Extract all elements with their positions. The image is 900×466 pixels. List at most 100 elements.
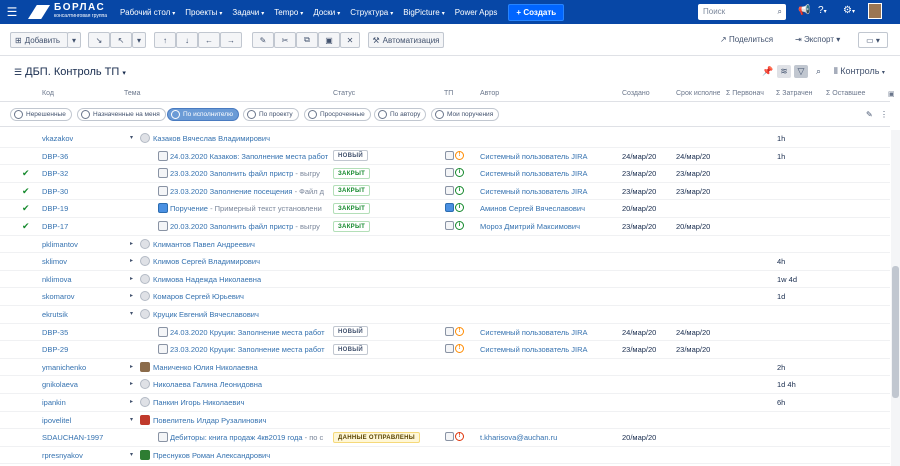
move-left-button[interactable]: ← [198,32,220,48]
assignee-login[interactable]: ipovelitel [42,416,71,425]
share-button[interactable]: ↗ Поделиться [720,35,773,44]
table-row[interactable]: rpresnyakov ▾ Преснуков Роман Александро… [0,447,890,465]
table-row[interactable]: DBP-36 24.03.2020 Казаков: Заполнение ме… [0,148,890,166]
column-header-status[interactable]: Статус [333,90,355,97]
notifications-icon[interactable]: 📢 [798,5,810,16]
issue-summary[interactable]: 24.03.2020 Казаков: Заполнение места раб… [170,152,328,161]
assignee-login[interactable]: ymanichenko [42,363,86,372]
author[interactable]: Системный пользователь JIRA [480,169,588,178]
column-header-author[interactable]: Автор [480,90,499,97]
move-down-button[interactable]: ↓ [176,32,198,48]
chevron-right-icon[interactable]: ▸ [130,275,133,282]
chevron-down-icon[interactable]: ▾ [130,134,133,141]
assignee-name[interactable]: Круцик Евгений Вячеславович [153,310,259,319]
layers-icon[interactable]: ≋ [777,65,791,78]
issue-summary[interactable]: Дебиторы: книга продаж 4кв2019 года [170,433,303,442]
nav-structure[interactable]: Структура ▾ [350,8,393,17]
table-row[interactable]: gnikolaeva ▸ Николаева Галина Леонидовна… [0,376,890,394]
nav-bigpicture[interactable]: BigPicture ▾ [403,8,444,17]
chevron-right-icon[interactable]: ▸ [130,292,133,299]
delete-button[interactable]: ✕ [340,32,360,48]
issue-key[interactable]: DBP-30 [42,187,68,196]
assignee-name[interactable]: Климова Надежда Николаевна [153,275,261,284]
table-row[interactable]: ipovelitel ▾ Повелитель Илдар Рузалинови… [0,412,890,430]
issue-key[interactable]: DBP-29 [42,345,68,354]
assignee-login[interactable]: rpresnyakov [42,451,83,460]
assignee-name[interactable]: Николаева Галина Леонидовна [153,380,262,389]
author[interactable]: Системный пользователь JIRA [480,345,588,354]
assignee-name[interactable]: Комаров Сергей Юрьевич [153,292,244,301]
edit-button[interactable]: ✎ [252,32,274,48]
author[interactable]: Системный пользователь JIRA [480,187,588,196]
panel-toggle-button[interactable]: ▭ ▾ [858,32,888,48]
filters-more-icon[interactable]: ⋮ [880,110,888,119]
help-icon[interactable]: ?▾ [818,5,827,16]
author[interactable]: Системный пользователь JIRA [480,328,588,337]
assignee-login[interactable]: ekrutsik [42,310,68,319]
table-row[interactable]: ✔ DBP-17 20.03.2020 Заполнить файл прист… [0,218,890,236]
nav-tempo[interactable]: Tempo ▾ [274,8,303,17]
table-row[interactable]: SDAUCHAN-1997 Дебиторы: книга продаж 4кв… [0,429,890,447]
issue-key[interactable]: DBP-35 [42,328,68,337]
chevron-down-icon[interactable]: ▾ [130,451,133,458]
author[interactable]: Аминов Сергей Вячеславович [480,204,585,213]
assignee-login[interactable]: vkazakov [42,134,73,143]
table-row[interactable]: sklimov ▸ Климов Сергей Владимирович 4h [0,253,890,271]
more-dropdown-button[interactable]: ▾ [132,32,146,48]
assignee-name[interactable]: Климантов Павел Андреевич [153,240,255,249]
assignee-login[interactable]: sklimov [42,257,67,266]
nav-dashboard[interactable]: Рабочий стол ▾ [120,8,175,17]
nav-issues[interactable]: Задачи ▾ [232,8,264,17]
filter-by-author[interactable]: По автору [374,108,427,121]
filter-icon[interactable]: ▽ [794,65,808,78]
filter-assigned-to-me[interactable]: Назначенные на меня [77,108,166,121]
column-header-summary[interactable]: Тема [124,90,140,97]
column-header-due[interactable]: Срок исполне [676,90,720,97]
issue-summary[interactable]: 23.03.2020 Круцик: Заполнение места рабо… [170,345,328,354]
table-row[interactable]: ymanichenko ▸ Маниченко Юлия Николаевна … [0,359,890,377]
assignee-name[interactable]: Повелитель Илдар Рузалинович [153,416,266,425]
author[interactable]: t.kharisova@auchan.ru [480,433,557,442]
add-button[interactable]: ⊞ Добавить [10,32,68,48]
assignee-login[interactable]: skomarov [42,292,75,301]
add-dropdown-button[interactable]: ▾ [67,32,81,48]
issue-summary[interactable]: 24.03.2020 Круцик: Заполнение места рабо… [170,328,328,337]
move-up-button[interactable]: ↑ [154,32,176,48]
issue-key[interactable]: DBP-36 [42,152,68,161]
assignee-login[interactable]: nklimova [42,275,72,284]
table-row[interactable]: ipankin ▸ Панкин Игорь Николаевич 6h [0,394,890,412]
view-title[interactable]: ☰ ДБП. Контроль ТП ▾ [14,66,126,78]
search-input[interactable]: Поиск ⌕ [698,4,786,20]
assignee-name[interactable]: Преснуков Роман Александрович [153,451,270,460]
table-row[interactable]: ✔ DBP-32 23.03.2020 Заполнить файл прист… [0,165,890,183]
control-view-button[interactable]: ⫴ Контроль ▾ [834,66,885,77]
nav-power-apps[interactable]: Power Apps [455,8,498,17]
author[interactable]: Мороз Дмитрий Максимович [480,222,580,231]
table-row[interactable]: vkazakov ▾ Казаков Вячеслав Владимирович… [0,130,890,148]
assignee-name[interactable]: Климов Сергей Владимирович [153,257,260,266]
chevron-right-icon[interactable]: ▸ [130,363,133,370]
copy-button[interactable]: ⧉ [296,32,318,48]
nav-boards[interactable]: Доски ▾ [313,8,340,17]
table-row[interactable]: DBP-29 23.03.2020 Круцик: Заполнение мес… [0,341,890,359]
column-header-created[interactable]: Создано [622,90,650,97]
nav-projects[interactable]: Проекты ▾ [185,8,222,17]
column-header-key[interactable]: Код [42,90,54,97]
filter-overdue[interactable]: Просроченные [304,108,371,121]
issue-summary[interactable]: 23.03.2020 Заполнение посещения [170,187,292,196]
assignee-name[interactable]: Казаков Вячеслав Владимирович [153,134,270,143]
chevron-right-icon[interactable]: ▸ [130,398,133,405]
issue-key[interactable]: SDAUCHAN-1997 [42,433,103,442]
column-header-tp[interactable]: ТП [444,90,453,97]
search-icon[interactable]: ⌕ [816,66,821,77]
assignee-name[interactable]: Панкин Игорь Николаевич [153,398,244,407]
assignee-login[interactable]: gnikolaeva [42,380,78,389]
assignee-login[interactable]: pklimantov [42,240,78,249]
chevron-down-icon[interactable]: ▾ [130,416,133,423]
issue-key[interactable]: DBP-19 [42,204,68,213]
paste-button[interactable]: ▣ [318,32,340,48]
table-row[interactable]: ✔ DBP-30 23.03.2020 Заполнение посещения… [0,183,890,201]
issue-summary[interactable]: 20.03.2020 Заполнить файл пристр [170,222,293,231]
table-row[interactable]: ekrutsik ▾ Круцик Евгений Вячеславович [0,306,890,324]
issue-key[interactable]: DBP-17 [42,222,68,231]
